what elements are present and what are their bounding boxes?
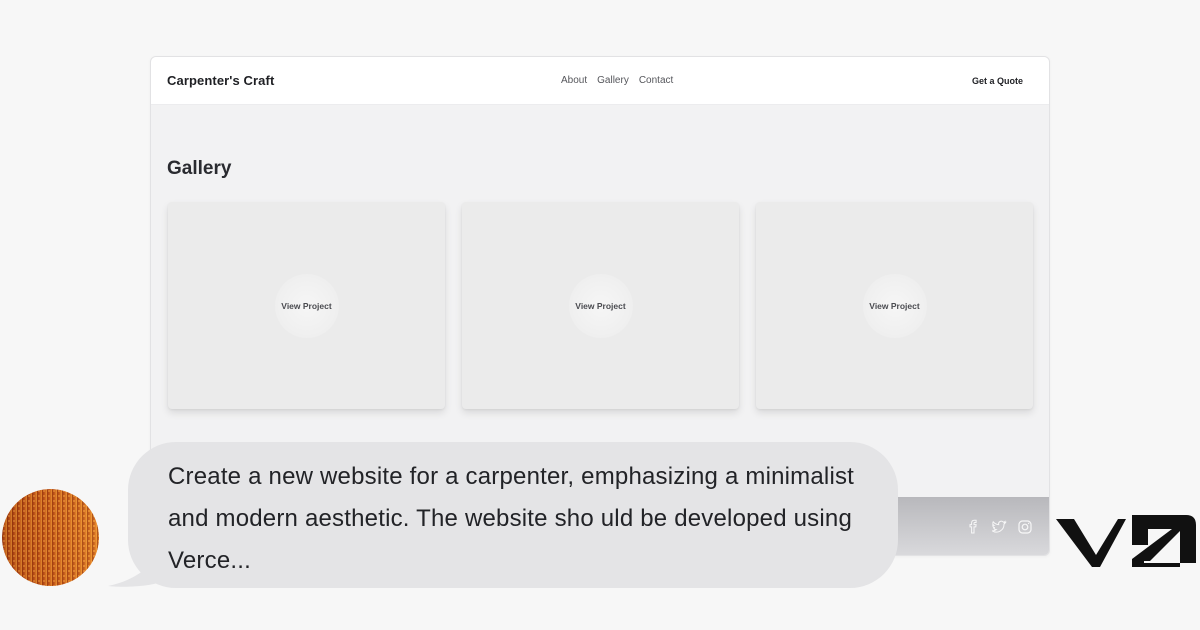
nav-item-about[interactable]: About (561, 75, 587, 86)
view-project-label[interactable]: View Project (869, 301, 919, 311)
view-project-label[interactable]: View Project (281, 301, 331, 311)
gallery-card[interactable]: View Project (756, 202, 1033, 409)
view-project-label[interactable]: View Project (575, 301, 625, 311)
v0-logo (1056, 515, 1196, 567)
site-nav: About Gallery Contact (561, 75, 673, 86)
site-brand[interactable]: Carpenter's Craft (167, 73, 274, 88)
gallery-title: Gallery (167, 158, 232, 179)
site-header: Carpenter's Craft About Gallery Contact … (151, 57, 1049, 105)
gallery-card[interactable]: View Project (168, 202, 445, 409)
card-overlay: View Project (274, 273, 339, 338)
twitter-icon[interactable] (991, 519, 1007, 535)
avatar (2, 489, 99, 586)
social-links (965, 519, 1033, 535)
nav-item-gallery[interactable]: Gallery (597, 75, 629, 86)
card-overlay: View Project (862, 273, 927, 338)
get-quote-button[interactable]: Get a Quote (972, 76, 1023, 86)
instagram-icon[interactable] (1017, 519, 1033, 535)
card-overlay: View Project (568, 273, 633, 338)
nav-item-contact[interactable]: Contact (639, 75, 673, 86)
gallery-card[interactable]: View Project (462, 202, 739, 409)
facebook-icon[interactable] (965, 519, 981, 535)
prompt-text: Create a new website for a carpenter, em… (168, 463, 855, 574)
gallery-grid: View Project View Project View Project (168, 202, 1033, 409)
